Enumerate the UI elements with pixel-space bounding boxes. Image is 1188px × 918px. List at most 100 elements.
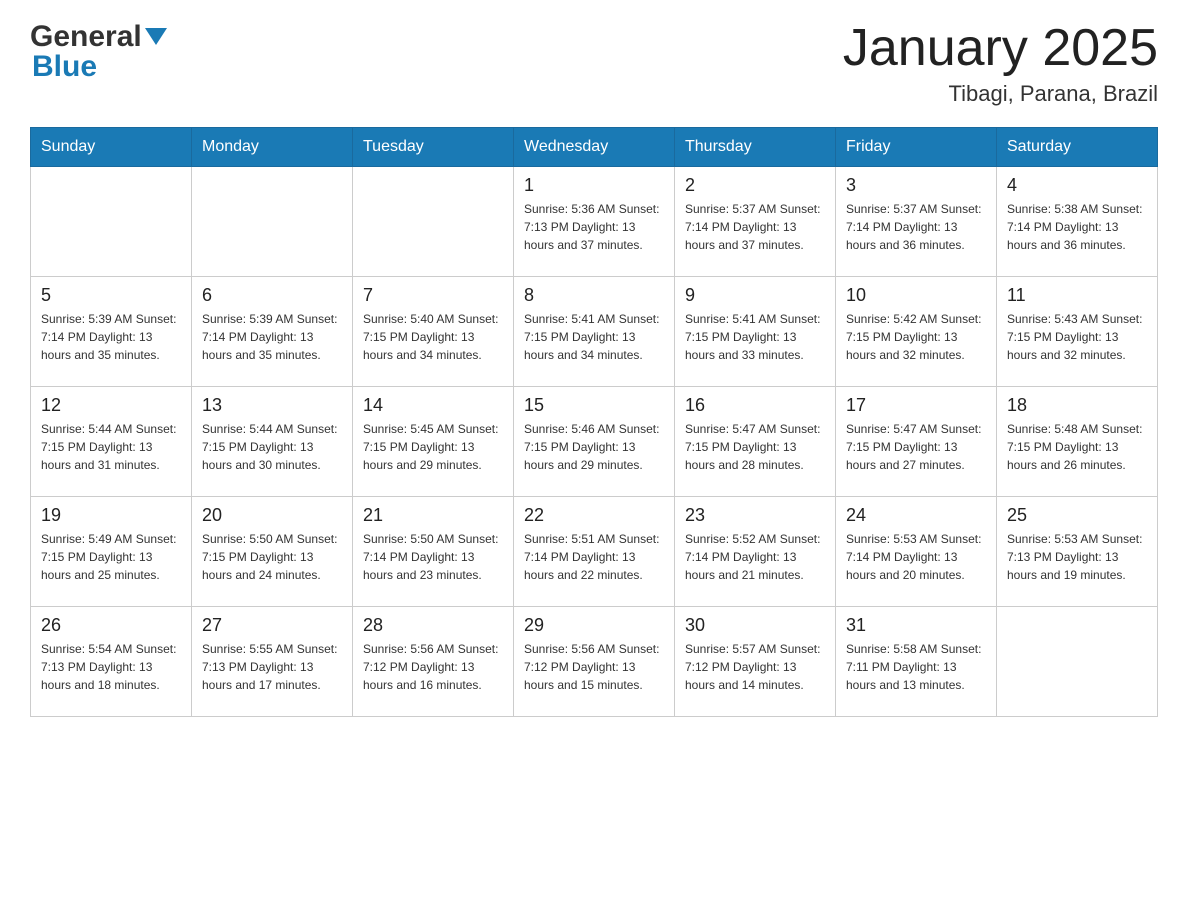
day-info: Sunrise: 5:50 AM Sunset: 7:15 PM Dayligh…	[202, 530, 342, 584]
calendar-cell: 17Sunrise: 5:47 AM Sunset: 7:15 PM Dayli…	[836, 387, 997, 497]
day-number: 14	[363, 395, 503, 416]
day-number: 5	[41, 285, 181, 306]
calendar-week-row: 5 Sunrise: 5:39 AM Sunset: 7:14 PM Daylig…	[31, 277, 1158, 387]
calendar-cell: 5 Sunrise: 5:39 AM Sunset: 7:14 PM Daylig…	[31, 277, 192, 387]
calendar-cell: 20 Sunrise: 5:50 AM Sunset: 7:15 PM Dayli…	[192, 497, 353, 607]
day-number: 25	[1007, 505, 1147, 526]
calendar-header-saturday: Saturday	[997, 128, 1158, 167]
calendar-cell: 1Sunrise: 5:36 AM Sunset: 7:13 PM Daylig…	[514, 167, 675, 277]
day-info: Sunrise: 5:41 AM Sunset: 7:15 PM Dayligh…	[524, 310, 664, 364]
calendar-header-sunday: Sunday	[31, 128, 192, 167]
calendar-header-monday: Monday	[192, 128, 353, 167]
day-number: 11	[1007, 285, 1147, 306]
day-info: Sunrise: 5:39 AM Sunset: 7:14 PM Dayligh…	[202, 310, 342, 364]
calendar-cell: 7Sunrise: 5:40 AM Sunset: 7:15 PM Daylig…	[353, 277, 514, 387]
day-number: 8	[524, 285, 664, 306]
main-title: January 2025	[843, 20, 1158, 77]
calendar-cell: 4 Sunrise: 5:38 AM Sunset: 7:14 PM Daylig…	[997, 167, 1158, 277]
day-info: Sunrise: 5:55 AM Sunset: 7:13 PM Dayligh…	[202, 640, 342, 694]
day-number: 2	[685, 175, 825, 196]
day-number: 9	[685, 285, 825, 306]
calendar-cell	[31, 167, 192, 277]
calendar-cell: 18Sunrise: 5:48 AM Sunset: 7:15 PM Dayli…	[997, 387, 1158, 497]
calendar-header-wednesday: Wednesday	[514, 128, 675, 167]
calendar-header-row: SundayMondayTuesdayWednesdayThursdayFrid…	[31, 128, 1158, 167]
calendar-cell: 14 Sunrise: 5:45 AM Sunset: 7:15 PM Dayli…	[353, 387, 514, 497]
calendar-cell: 22 Sunrise: 5:51 AM Sunset: 7:14 PM Dayli…	[514, 497, 675, 607]
calendar-header-tuesday: Tuesday	[353, 128, 514, 167]
logo-general-text: General	[30, 20, 142, 54]
calendar-cell	[353, 167, 514, 277]
calendar-cell: 27 Sunrise: 5:55 AM Sunset: 7:13 PM Dayli…	[192, 607, 353, 717]
day-info: Sunrise: 5:37 AM Sunset: 7:14 PM Dayligh…	[685, 200, 825, 254]
day-number: 4	[1007, 175, 1147, 196]
day-info: Sunrise: 5:41 AM Sunset: 7:15 PM Dayligh…	[685, 310, 825, 364]
page-header: General Blue January 2025 Tibagi, Parana…	[30, 20, 1158, 107]
calendar-cell: 30 Sunrise: 5:57 AM Sunset: 7:12 PM Dayli…	[675, 607, 836, 717]
calendar-cell: 13 Sunrise: 5:44 AM Sunset: 7:15 PM Dayli…	[192, 387, 353, 497]
day-number: 27	[202, 615, 342, 636]
day-info: Sunrise: 5:40 AM Sunset: 7:15 PM Dayligh…	[363, 310, 503, 364]
day-number: 16	[685, 395, 825, 416]
day-info: Sunrise: 5:37 AM Sunset: 7:14 PM Dayligh…	[846, 200, 986, 254]
logo-triangle-icon	[145, 28, 167, 45]
calendar-cell: 28 Sunrise: 5:56 AM Sunset: 7:12 PM Dayli…	[353, 607, 514, 717]
calendar-week-row: 1Sunrise: 5:36 AM Sunset: 7:13 PM Daylig…	[31, 167, 1158, 277]
day-number: 29	[524, 615, 664, 636]
day-number: 19	[41, 505, 181, 526]
calendar-cell	[997, 607, 1158, 717]
day-number: 30	[685, 615, 825, 636]
day-number: 22	[524, 505, 664, 526]
calendar-header-thursday: Thursday	[675, 128, 836, 167]
logo-blue-text: Blue	[32, 50, 97, 84]
calendar-cell: 8 Sunrise: 5:41 AM Sunset: 7:15 PM Daylig…	[514, 277, 675, 387]
calendar-cell: 29Sunrise: 5:56 AM Sunset: 7:12 PM Dayli…	[514, 607, 675, 717]
calendar-cell: 6 Sunrise: 5:39 AM Sunset: 7:14 PM Daylig…	[192, 277, 353, 387]
day-info: Sunrise: 5:50 AM Sunset: 7:14 PM Dayligh…	[363, 530, 503, 584]
logo-line1: General	[30, 20, 167, 54]
day-info: Sunrise: 5:51 AM Sunset: 7:14 PM Dayligh…	[524, 530, 664, 584]
subtitle: Tibagi, Parana, Brazil	[843, 81, 1158, 107]
day-number: 23	[685, 505, 825, 526]
day-info: Sunrise: 5:45 AM Sunset: 7:15 PM Dayligh…	[363, 420, 503, 474]
day-info: Sunrise: 5:57 AM Sunset: 7:12 PM Dayligh…	[685, 640, 825, 694]
calendar-cell: 12Sunrise: 5:44 AM Sunset: 7:15 PM Dayli…	[31, 387, 192, 497]
calendar-cell: 23 Sunrise: 5:52 AM Sunset: 7:14 PM Dayli…	[675, 497, 836, 607]
day-number: 15	[524, 395, 664, 416]
day-number: 28	[363, 615, 503, 636]
calendar-header-friday: Friday	[836, 128, 997, 167]
day-number: 3	[846, 175, 986, 196]
day-info: Sunrise: 5:44 AM Sunset: 7:15 PM Dayligh…	[202, 420, 342, 474]
calendar-cell: 10Sunrise: 5:42 AM Sunset: 7:15 PM Dayli…	[836, 277, 997, 387]
day-info: Sunrise: 5:52 AM Sunset: 7:14 PM Dayligh…	[685, 530, 825, 584]
day-number: 10	[846, 285, 986, 306]
calendar-cell: 11 Sunrise: 5:43 AM Sunset: 7:15 PM Dayli…	[997, 277, 1158, 387]
day-info: Sunrise: 5:56 AM Sunset: 7:12 PM Dayligh…	[363, 640, 503, 694]
calendar-cell	[192, 167, 353, 277]
day-number: 31	[846, 615, 986, 636]
logo: General Blue	[30, 20, 167, 84]
calendar-cell: 19Sunrise: 5:49 AM Sunset: 7:15 PM Dayli…	[31, 497, 192, 607]
calendar-cell: 31 Sunrise: 5:58 AM Sunset: 7:11 PM Dayli…	[836, 607, 997, 717]
calendar-cell: 9 Sunrise: 5:41 AM Sunset: 7:15 PM Daylig…	[675, 277, 836, 387]
day-info: Sunrise: 5:39 AM Sunset: 7:14 PM Dayligh…	[41, 310, 181, 364]
day-info: Sunrise: 5:47 AM Sunset: 7:15 PM Dayligh…	[685, 420, 825, 474]
calendar-week-row: 19Sunrise: 5:49 AM Sunset: 7:15 PM Dayli…	[31, 497, 1158, 607]
day-info: Sunrise: 5:43 AM Sunset: 7:15 PM Dayligh…	[1007, 310, 1147, 364]
day-info: Sunrise: 5:46 AM Sunset: 7:15 PM Dayligh…	[524, 420, 664, 474]
day-info: Sunrise: 5:44 AM Sunset: 7:15 PM Dayligh…	[41, 420, 181, 474]
day-number: 6	[202, 285, 342, 306]
calendar-cell: 16 Sunrise: 5:47 AM Sunset: 7:15 PM Dayli…	[675, 387, 836, 497]
day-info: Sunrise: 5:38 AM Sunset: 7:14 PM Dayligh…	[1007, 200, 1147, 254]
day-number: 1	[524, 175, 664, 196]
calendar-cell: 26Sunrise: 5:54 AM Sunset: 7:13 PM Dayli…	[31, 607, 192, 717]
calendar-cell: 15 Sunrise: 5:46 AM Sunset: 7:15 PM Dayli…	[514, 387, 675, 497]
day-info: Sunrise: 5:53 AM Sunset: 7:13 PM Dayligh…	[1007, 530, 1147, 584]
day-info: Sunrise: 5:48 AM Sunset: 7:15 PM Dayligh…	[1007, 420, 1147, 474]
day-info: Sunrise: 5:54 AM Sunset: 7:13 PM Dayligh…	[41, 640, 181, 694]
day-number: 13	[202, 395, 342, 416]
day-number: 20	[202, 505, 342, 526]
calendar-table: SundayMondayTuesdayWednesdayThursdayFrid…	[30, 127, 1158, 717]
day-info: Sunrise: 5:58 AM Sunset: 7:11 PM Dayligh…	[846, 640, 986, 694]
calendar-cell: 2 Sunrise: 5:37 AM Sunset: 7:14 PM Daylig…	[675, 167, 836, 277]
